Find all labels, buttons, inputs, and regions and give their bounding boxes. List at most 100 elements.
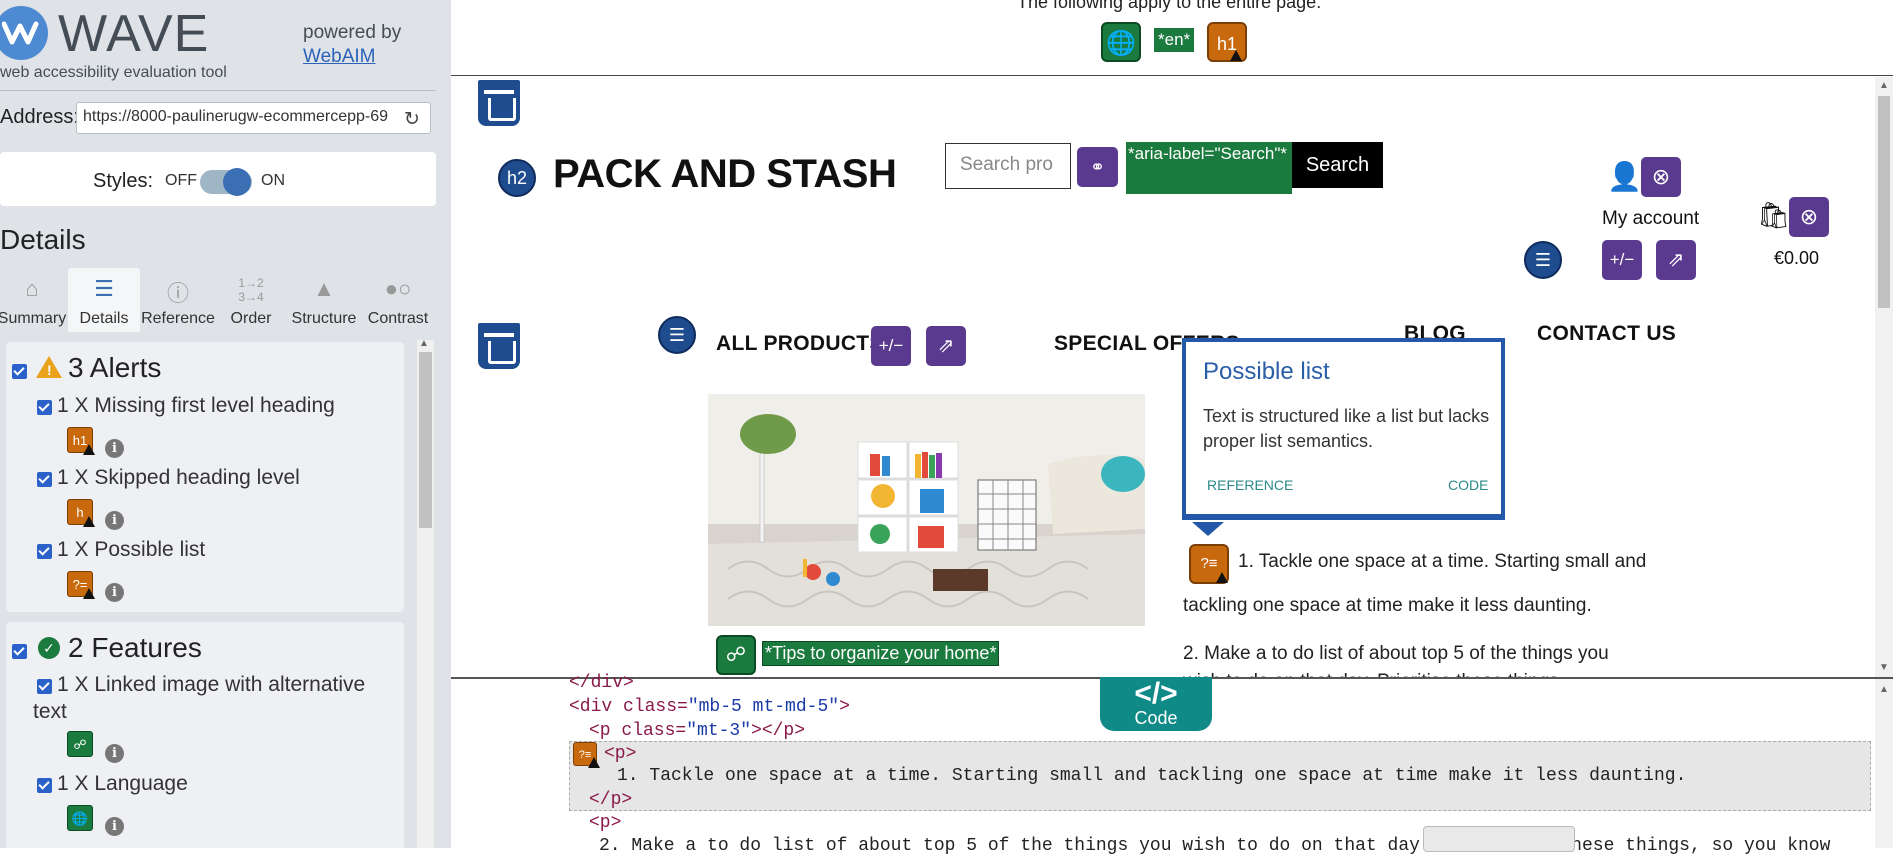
feature-item-language[interactable]: 1 X Language xyxy=(57,770,188,797)
scroll-down-arrow-icon[interactable]: ▼ xyxy=(1879,662,1889,673)
wave-sidebar: WAVE web accessibility evaluation tool p… xyxy=(0,0,451,848)
code-line: <p> xyxy=(604,744,637,764)
features-checkbox[interactable] xyxy=(12,644,27,659)
alerts-checkbox[interactable] xyxy=(12,364,27,379)
my-account-link[interactable]: My account xyxy=(1602,208,1699,230)
aria-popup-icon[interactable]: ⇗ xyxy=(1656,240,1696,280)
tooltip-pointer xyxy=(1192,522,1224,536)
warning-icon xyxy=(83,516,95,527)
nav-all-products[interactable]: ALL PRODUCTS xyxy=(716,332,884,356)
info-icon[interactable]: i xyxy=(105,511,124,530)
contrast-icon: ●○ xyxy=(384,276,412,301)
tab-reference[interactable]: ⓘ Reference xyxy=(141,268,215,332)
feature-item-linked-image-cont[interactable]: text xyxy=(33,698,67,725)
wave-tagline: web accessibility evaluation tool xyxy=(0,64,227,81)
tab-order[interactable]: 1→2 3→4 Order xyxy=(215,268,287,332)
alert-item-checkbox[interactable] xyxy=(37,544,52,559)
tip2-text: 2. Make a to do list of about top 5 of t… xyxy=(1183,643,1609,664)
warning-icon xyxy=(1216,572,1228,583)
tab-label: Order xyxy=(230,310,272,327)
styles-label: Styles: xyxy=(93,170,154,192)
scroll-up-arrow-icon[interactable]: ▲ xyxy=(1879,80,1889,91)
alert-item-missing-h1[interactable]: 1 X Missing first level heading xyxy=(57,392,335,419)
scroll-up-arrow-icon[interactable]: ▲ xyxy=(419,338,429,349)
floating-toolbar[interactable] xyxy=(1423,826,1575,852)
styles-toggle-knob[interactable] xyxy=(223,168,251,196)
tab-structure[interactable]: ▲ Structure xyxy=(288,268,360,332)
tab-summary[interactable]: ⌂ Summary xyxy=(0,268,68,332)
list-icon[interactable]: ☰ xyxy=(1524,241,1562,279)
code-line: </div> xyxy=(569,673,634,693)
language-feature-icon[interactable]: 🌐 xyxy=(67,805,93,831)
language-globe-icon[interactable]: 🌐 xyxy=(1101,22,1141,62)
tooltip-reference-link[interactable]: REFERENCE xyxy=(1207,477,1293,493)
site-scrollbar-thumb[interactable] xyxy=(1878,96,1890,308)
refresh-icon[interactable]: ↻ xyxy=(404,108,420,131)
panel-scrollbar-thumb[interactable] xyxy=(419,352,432,528)
styles-on-label: ON xyxy=(261,172,285,189)
aria-hidden-icon[interactable]: ⊗ xyxy=(1641,157,1681,197)
tab-contrast[interactable]: ●○ Contrast xyxy=(361,268,435,332)
tab-label: Reference xyxy=(141,310,215,327)
feature-item-checkbox[interactable] xyxy=(37,679,52,694)
list-icon[interactable]: ☰ xyxy=(658,316,696,354)
alert-item-skipped-heading[interactable]: 1 X Skipped heading level xyxy=(57,464,300,491)
tooltip-code-link[interactable]: CODE xyxy=(1448,477,1488,493)
styles-off-label: OFF xyxy=(165,172,197,189)
alert-item-checkbox[interactable] xyxy=(37,400,52,415)
feature-item-linked-image[interactable]: 1 X Linked image with alternative xyxy=(57,671,365,698)
tooltip-title: Possible list xyxy=(1203,358,1330,385)
code-line: 2. Make a to do list of about top 5 of t… xyxy=(599,836,1831,856)
tab-details[interactable]: ☰ Details xyxy=(68,268,140,332)
address-input[interactable]: https://8000-paulinerugw-ecommercepp-69 xyxy=(76,102,431,134)
info-icon[interactable]: i xyxy=(105,439,124,458)
warning-icon xyxy=(588,757,600,768)
info-icon[interactable]: i xyxy=(105,583,124,602)
site-search-button[interactable]: Search xyxy=(1292,142,1383,188)
site-search-input[interactable]: Search pro xyxy=(945,143,1071,189)
tab-label: Contrast xyxy=(367,310,429,327)
home-icon: ⌂ xyxy=(25,276,39,301)
webaim-link[interactable]: WebAIM xyxy=(303,46,376,68)
h2-heading-icon[interactable]: h2 xyxy=(498,159,536,197)
aria-tag-icon[interactable]: ⚭ xyxy=(1077,147,1118,187)
code-attr: class= xyxy=(623,697,688,717)
nav-structure-icon[interactable] xyxy=(478,323,520,369)
page-level-note: The following apply to the entire page: xyxy=(1017,0,1322,12)
nav-contact-us[interactable]: CONTACT US xyxy=(1537,322,1676,346)
hero-image[interactable] xyxy=(708,394,1145,626)
check-circle-icon: ✓ xyxy=(38,637,60,659)
linked-image-feature-icon[interactable]: ☍ xyxy=(67,731,93,757)
tab-label: Structure xyxy=(291,310,357,327)
aria-expanded-icon[interactable]: +/− xyxy=(871,326,911,366)
code-scrollbar[interactable] xyxy=(1875,679,1893,848)
alert-item-checkbox[interactable] xyxy=(37,472,52,487)
code-tag: <div xyxy=(569,697,624,717)
aria-hidden-icon[interactable]: ⊗ xyxy=(1789,197,1829,237)
cart-total[interactable]: €0.00 xyxy=(1774,248,1819,269)
header-structure-icon[interactable] xyxy=(478,80,520,126)
alert-exclaim: ! xyxy=(47,362,52,378)
info-icon[interactable]: i xyxy=(105,744,124,763)
alerts-title: 3 Alerts xyxy=(68,352,162,383)
code-string: "mt-3" xyxy=(686,721,752,741)
code-attr: class= xyxy=(621,721,687,741)
linked-image-alt-icon[interactable]: ☍ xyxy=(716,635,756,675)
alert-item-possible-list[interactable]: 1 X Possible list xyxy=(57,536,205,563)
shopping-bag-icon[interactable]: 🛍 xyxy=(1757,200,1790,231)
user-icon[interactable]: 👤 xyxy=(1607,160,1642,193)
tab-label: Summary xyxy=(0,310,67,327)
feature-item-checkbox[interactable] xyxy=(37,778,52,793)
aria-expanded-icon[interactable]: +/− xyxy=(1602,240,1642,280)
code-line: <p> xyxy=(589,813,622,833)
code-line: <div class="mb-5 mt-md-5"> xyxy=(569,697,850,717)
info-icon[interactable]: i xyxy=(105,817,124,836)
tip1-text: 1. Tackle one space at a time. Starting … xyxy=(1238,551,1647,572)
code-line: 1. Tackle one space at a time. Starting … xyxy=(617,766,1687,786)
info-icon: ⓘ xyxy=(166,281,189,306)
aria-popup-icon[interactable]: ⇗ xyxy=(926,326,966,366)
site-brand[interactable]: PACK AND STASH xyxy=(553,152,897,197)
code-toggle-button[interactable]: </> Code xyxy=(1100,677,1212,731)
scroll-up-arrow-icon[interactable]: ▲ xyxy=(1879,684,1889,695)
code-brackets-icon: </> xyxy=(1134,677,1178,710)
